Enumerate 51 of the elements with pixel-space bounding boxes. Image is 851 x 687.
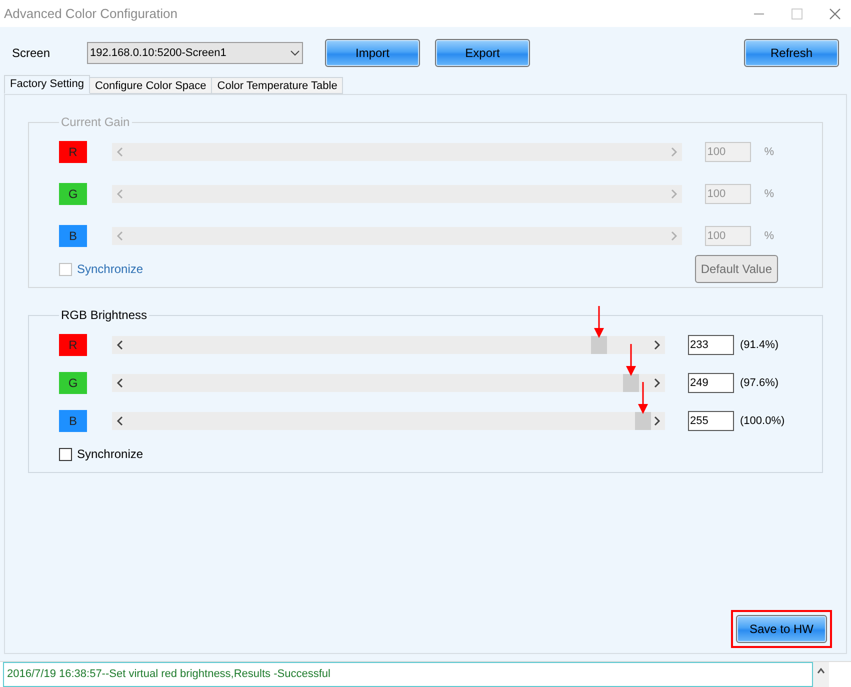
scroll-right-icon[interactable] — [653, 340, 661, 350]
chevron-down-icon — [290, 50, 300, 56]
scroll-left-icon[interactable] — [116, 340, 124, 350]
maximize-icon[interactable] — [791, 8, 803, 20]
scroll-right-icon[interactable] — [653, 416, 661, 426]
tab[interactable]: Color Temperature Table — [212, 77, 344, 94]
slider-track[interactable] — [112, 336, 665, 354]
annotation-arrow — [593, 306, 606, 338]
group-title: RGB Brightness — [60, 307, 148, 324]
scroll-right-icon[interactable] — [653, 378, 661, 388]
percent-reading: (91.4%) — [740, 338, 780, 353]
tab[interactable]: Factory Setting — [4, 75, 90, 94]
channel-label: B — [59, 410, 87, 432]
group-title: Current Gain — [60, 114, 131, 131]
toolbar-button[interactable]: Export — [435, 39, 530, 67]
screen-label: Screen — [12, 45, 52, 62]
unit-label: % — [764, 228, 774, 244]
value-field[interactable]: 255 — [688, 411, 734, 431]
value-field[interactable]: 249 — [688, 373, 734, 393]
refresh-button[interactable]: Refresh — [744, 39, 839, 67]
channel-label: B — [59, 225, 87, 247]
screen-dropdown[interactable]: 192.168.0.10:5200-Screen1 — [87, 42, 303, 64]
unit-label: % — [764, 186, 774, 202]
tab[interactable]: Configure Color Space — [90, 77, 212, 94]
window-title: Advanced Color Configuration — [4, 4, 178, 23]
save-to-hw-button[interactable]: Save to HW — [736, 615, 827, 643]
channel-label: R — [59, 334, 87, 356]
slider-thumb[interactable] — [635, 412, 651, 430]
scroll-left-icon[interactable] — [116, 416, 124, 426]
slider-track[interactable] — [112, 374, 665, 392]
slider-thumb[interactable] — [622, 374, 639, 392]
channel-label: R — [59, 141, 87, 163]
value-field[interactable]: 233 — [688, 335, 734, 355]
close-icon[interactable] — [829, 8, 841, 20]
scroll-up-icon[interactable] — [817, 668, 825, 674]
checkbox[interactable] — [59, 448, 72, 460]
checkbox-label: Synchronize — [77, 261, 144, 278]
slider-track[interactable] — [112, 412, 665, 430]
annotation-arrow — [637, 382, 649, 414]
percent-reading: (97.6%) — [740, 376, 780, 391]
annotation-arrow — [624, 344, 637, 376]
scroll-left-icon[interactable] — [116, 378, 124, 388]
checkbox-label: Synchronize — [77, 446, 144, 463]
slider-thumb[interactable] — [591, 336, 608, 354]
channel-label: G — [59, 183, 87, 205]
percent-reading: (100.0%) — [740, 414, 786, 429]
channel-label: G — [59, 372, 87, 394]
log-field[interactable]: 2016/7/19 16:38:57--Set virtual red brightness,Results -Successful — [3, 662, 813, 687]
unit-label: % — [764, 144, 774, 160]
toolbar-button[interactable]: Import — [325, 39, 420, 67]
scrollbar[interactable] — [813, 662, 829, 687]
